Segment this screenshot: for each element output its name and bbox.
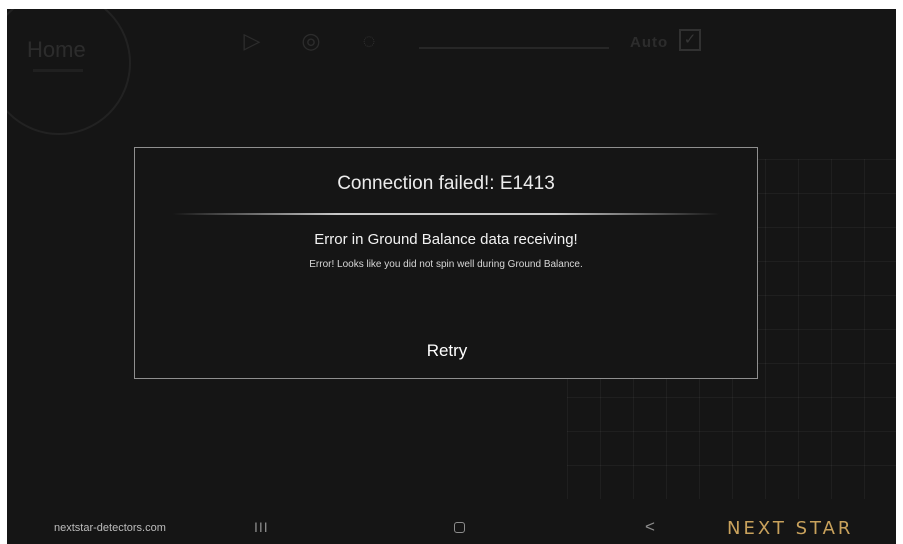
ground-balance-icon: ◎	[301, 28, 321, 53]
auto-label: Auto	[630, 34, 669, 51]
system-nav-bar: nextstar-detectors.com III < NEXT STAR	[7, 514, 896, 544]
site-url: nextstar-detectors.com	[54, 522, 166, 534]
home-dial	[7, 9, 131, 135]
error-dialog: Connection failed!: E1413 Error in Groun…	[134, 147, 758, 379]
auto-checkbox: ✓	[679, 29, 701, 51]
sensitivity-slider	[419, 47, 609, 49]
dialog-divider	[173, 213, 719, 215]
home-subtitle-bar	[33, 69, 83, 72]
app-screen: Home ▷ ◎ ◌ Auto ✓ Connection failed!: E1…	[7, 9, 896, 544]
retry-button[interactable]: Retry	[397, 338, 497, 364]
play-icon: ▷	[243, 28, 261, 53]
dialog-title: Connection failed!: E1413	[337, 173, 555, 194]
tracking-icon: ◌	[362, 28, 376, 53]
recent-apps-button[interactable]: III	[254, 519, 269, 535]
home-label: Home	[27, 37, 86, 62]
home-button-icon[interactable]	[454, 522, 465, 533]
brand-logo: NEXT STAR	[727, 518, 854, 539]
error-heading: Error in Ground Balance data receiving!	[314, 231, 578, 248]
error-detail: Error! Looks like you did not spin well …	[309, 259, 583, 270]
back-button[interactable]: <	[645, 517, 655, 537]
